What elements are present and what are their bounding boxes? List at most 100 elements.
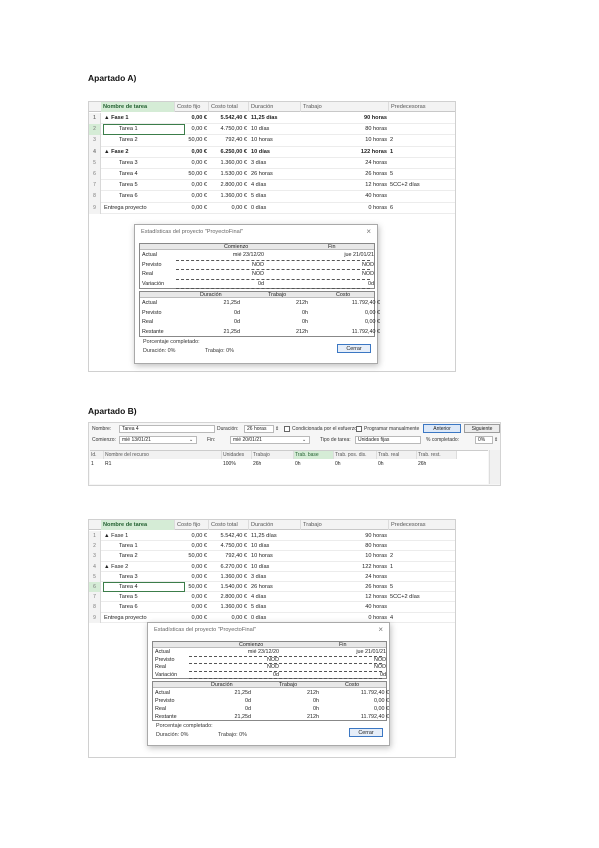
duracion-value: 21,25d xyxy=(223,328,241,335)
trabajo-header: Trabajo xyxy=(279,682,298,688)
col-trab-pos-header[interactable]: Trab. pos. dis. xyxy=(334,451,377,459)
col-duracion-header[interactable]: Duración xyxy=(249,520,301,530)
row-number: 2 xyxy=(89,124,101,136)
table-row[interactable]: 7 Tarea 5 0,00 € 2.800,00 € 4 días 12 horas 5C… xyxy=(89,180,455,192)
table-row[interactable]: 4 ▲ Fase 2 0,00 € 6.270,00 € 10 días 122 hora… xyxy=(89,561,455,572)
table-row[interactable]: 8 Tarea 6 0,00 € 1.360,00 € 5 días 40 horas xyxy=(89,191,455,203)
col-trab-rest-header[interactable]: Trab. rest. xyxy=(417,451,457,459)
col-unidades-cell[interactable]: 100% xyxy=(222,460,252,468)
costo-total-cell: 1.360,00 € xyxy=(220,573,247,580)
col-costo-total-header[interactable]: Costo total xyxy=(209,520,249,530)
col-costo-total-header[interactable]: Costo total xyxy=(209,102,249,112)
col-id-cell[interactable]: 1 xyxy=(90,460,104,468)
task-name-cell: Tarea 3 xyxy=(119,159,138,166)
fin-header: Fin xyxy=(328,244,336,250)
col-trab-rest-cell[interactable]: 26h xyxy=(417,460,457,468)
col-trabajo-header[interactable]: Trabajo xyxy=(252,451,294,459)
totals-row-label: Real xyxy=(155,706,167,712)
col-trab-real-header[interactable]: Trab. real xyxy=(377,451,417,459)
col-predecesoras-header[interactable]: Predecesoras xyxy=(389,102,455,112)
col-trabajo-header[interactable]: Trabajo xyxy=(301,102,389,112)
selected-cell xyxy=(103,124,185,136)
duracion-value: 21,25d xyxy=(223,300,241,306)
close-icon[interactable]: × xyxy=(378,625,383,634)
col-trabajo-header[interactable]: Trabajo xyxy=(301,520,389,530)
comienzo-label: Comienzo: xyxy=(92,437,116,443)
chevron-down-icon[interactable]: ⌄ xyxy=(189,437,193,443)
col-predecesoras-header[interactable]: Predecesoras xyxy=(389,520,455,530)
predecesoras-cell xyxy=(390,541,455,551)
col-costo-fijo-header[interactable]: Costo fijo xyxy=(175,520,209,530)
grid-header: Nombre de tarea Costo fijo Costo total Dura… xyxy=(89,102,455,112)
col-duracion-header[interactable]: Duración xyxy=(249,102,301,112)
table-row[interactable]: 2 Tarea 1 0,00 € 4.750,00 € 10 días 80 horas xyxy=(89,541,455,552)
duracion-cell: 4 días xyxy=(251,182,267,189)
spinner-icon[interactable]: ⇕ xyxy=(494,437,498,443)
esfuerzo-checkbox[interactable] xyxy=(284,426,290,432)
close-icon[interactable]: × xyxy=(366,227,371,236)
trabajo-cell: 80 horas xyxy=(365,126,387,133)
comienzo-header: Comienzo xyxy=(239,642,264,648)
table-row[interactable]: 7 Tarea 5 0,00 € 2.800,00 € 4 días 12 horas 5C… xyxy=(89,592,455,603)
manual-checkbox[interactable] xyxy=(356,426,362,432)
fin-field[interactable]: mié 20/01/21 xyxy=(230,436,310,444)
col-unidades-header[interactable]: Unidades xyxy=(222,451,252,459)
trabajo-pct: Trabajo: 0% xyxy=(218,732,247,738)
col-trabajo-cell[interactable]: 26h xyxy=(252,460,294,468)
comienzo-field[interactable]: mié 13/01/21 xyxy=(119,436,197,444)
costo-value: 11.792,40 € xyxy=(351,328,380,335)
comienzo-header: Comienzo xyxy=(224,244,249,250)
table-row[interactable]: 6 Tarea 4 50,00 € 1.530,00 € 26 horas 26 hora… xyxy=(89,169,455,181)
table-row[interactable]: 4 ▲ Fase 2 0,00 € 6.250,00 € 10 días 122 hora… xyxy=(89,146,455,158)
duracion-field[interactable]: 26 horas xyxy=(244,425,274,433)
col-trab-base-cell[interactable]: 0h xyxy=(294,460,334,468)
tipo-select[interactable]: Unidades fijas xyxy=(355,436,421,444)
dates-box: Comienzo Fin Actual mié 23/12/20 jue 21/01/2… xyxy=(152,641,387,680)
duracion-cell: 10 días xyxy=(251,148,270,155)
nombre-label: Nombre: xyxy=(92,426,112,432)
cerrar-button[interactable]: Cerrar xyxy=(349,728,383,737)
costo-fijo-cell: 0,00 € xyxy=(191,115,207,121)
dates-header xyxy=(153,642,386,648)
table-row[interactable]: 3 Tarea 2 50,00 €792,40 €10 horas 10 horas 2 xyxy=(89,135,455,147)
col-trab-pos-cell[interactable]: 0h xyxy=(334,460,377,468)
task-name-cell: Tarea 6 xyxy=(119,193,138,200)
spinner-icon[interactable]: ⇕ xyxy=(275,426,279,432)
nombre-field[interactable]: Tarea 4 xyxy=(119,425,215,433)
table-row[interactable]: 1 ▲ Fase 1 0,00 € 5.542,40 € 11,25 días 90 ho… xyxy=(89,531,455,542)
predecesoras-cell: 6 xyxy=(390,204,394,211)
table-row[interactable]: 8 Tarea 6 0,00 € 1.360,00 € 5 días 40 horas xyxy=(89,602,455,613)
costo-value: 0,00 € xyxy=(365,309,380,316)
trabajo-cell: 12 horas xyxy=(365,594,387,601)
table-row[interactable]: 9 Entrega proyecto 0,00 € 0,00 € 0 días 0 hor… xyxy=(89,202,455,214)
task-name-cell: Entrega proyecto xyxy=(104,204,147,211)
table-row[interactable]: 5 Tarea 3 0,00 € 1.360,00 € 3 días 24 horas xyxy=(89,571,455,582)
trabajo-cell: 24 horas xyxy=(365,573,387,580)
duracion-cell: 5 días xyxy=(251,604,267,611)
selected-cell xyxy=(103,582,185,593)
col-nombre-recurso-header[interactable]: Nombre del recurso xyxy=(104,451,222,459)
anterior-button[interactable]: Anterior xyxy=(423,424,461,433)
cerrar-button[interactable]: Cerrar xyxy=(337,344,371,353)
col-trab-base-header[interactable]: Trab. base xyxy=(294,451,334,459)
col-id-header[interactable]: Id. xyxy=(90,451,104,459)
task-form: Nombre: Tarea 4 Duración: 26 horas ⇕ Con… xyxy=(88,422,501,486)
trabajo-value: 0h xyxy=(302,319,308,325)
totals-row-label: Actual xyxy=(142,300,157,306)
col-nombre-recurso-cell[interactable]: R1 xyxy=(104,460,222,468)
siguiente-button[interactable]: Siguiente xyxy=(464,424,500,433)
col-trab-real-cell[interactable]: 0h xyxy=(377,460,417,468)
costo-fijo-cell: 0,00 € xyxy=(191,533,207,539)
col-nombre-header[interactable]: Nombre de tarea xyxy=(101,102,175,112)
table-row[interactable]: 1 ▲ Fase 1 0,00 € 5.542,40 € 11,25 días 90 ho… xyxy=(89,113,455,125)
col-costo-fijo-header[interactable]: Costo fijo xyxy=(175,102,209,112)
pct-field[interactable]: 0% xyxy=(475,436,493,444)
trabajo-cell: 122 horas xyxy=(360,148,387,155)
porcentaje-label: Porcentaje completado: xyxy=(143,339,200,345)
trabajo-value: 0h xyxy=(313,698,319,704)
table-row[interactable]: 5 Tarea 3 0,00 € 1.360,00 € 3 días 24 horas xyxy=(89,157,455,169)
col-nombre-header[interactable]: Nombre de tarea xyxy=(101,520,175,530)
scrollbar[interactable] xyxy=(489,450,500,484)
chevron-down-icon[interactable]: ⌄ xyxy=(302,437,306,443)
table-row[interactable]: 3 Tarea 2 50,00 €792,40 €10 horas 10 horas 2 xyxy=(89,551,455,562)
